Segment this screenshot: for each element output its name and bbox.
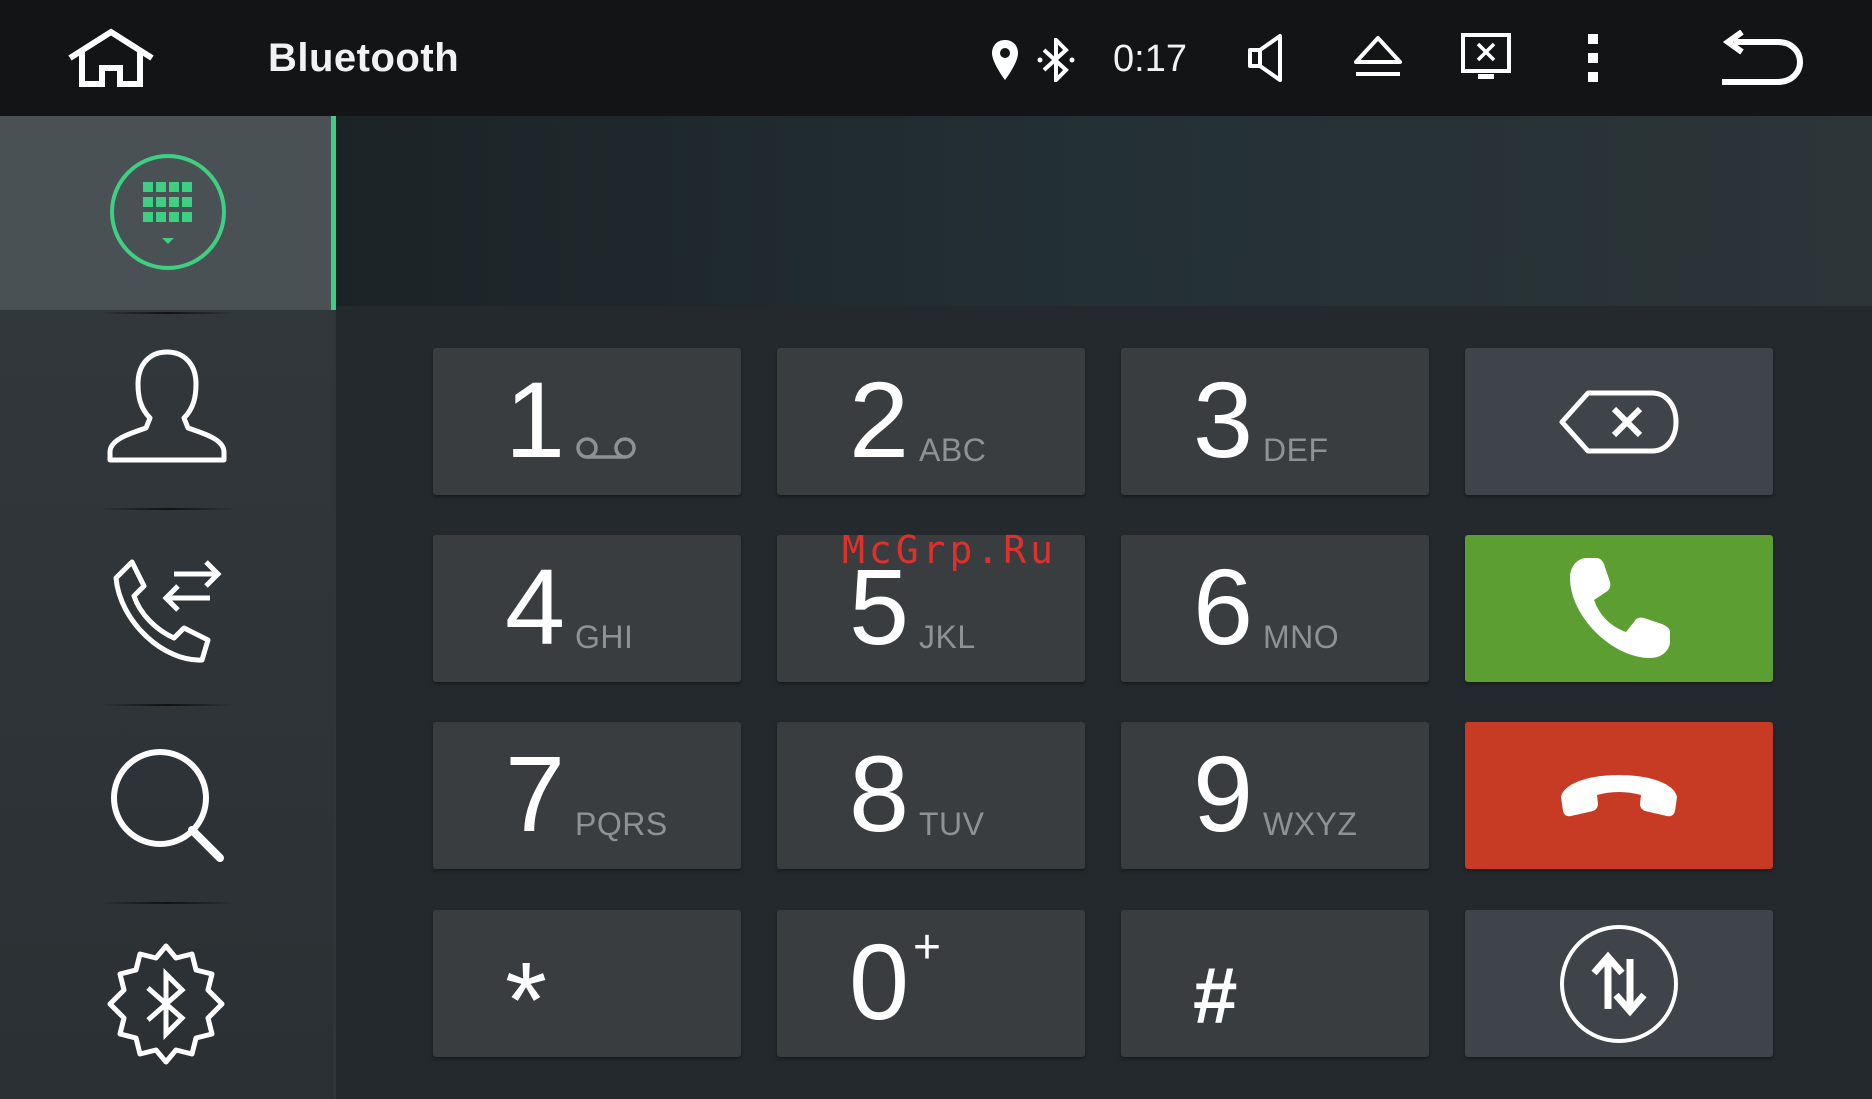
voicemail-icon [575,436,639,460]
eject-icon[interactable] [1352,34,1404,80]
watermark: McGrp.Ru [842,528,1058,572]
key-9[interactable]: 9 WXYZ [1121,722,1429,869]
sidebar-item-dialpad[interactable] [0,116,336,310]
more-vert-icon[interactable] [1585,32,1601,84]
location-icon [990,38,1020,82]
hangup-button[interactable] [1465,722,1773,869]
number-display[interactable] [336,116,1872,306]
contacts-icon [106,348,228,468]
key-7[interactable]: 7 PQRS [433,722,741,869]
key-0[interactable]: 0 + [777,910,1085,1057]
sidebar-item-contacts[interactable] [0,316,333,506]
sidebar [0,116,336,1099]
bluetooth-status-icon [1036,38,1076,82]
search-icon [106,744,230,868]
call-icon [1564,554,1674,664]
key-star[interactable]: * [433,910,741,1057]
status-bar: Bluetooth 0:17 [0,0,1872,116]
volume-icon[interactable] [1246,32,1292,84]
backspace-icon [1558,389,1680,455]
key-3[interactable]: 3 DEF [1121,348,1429,495]
key-1[interactable]: 1 [433,348,741,495]
home-icon[interactable] [66,28,156,88]
call-button[interactable] [1465,535,1773,682]
divider [100,902,235,904]
bluetooth-settings-icon [104,942,228,1066]
key-6[interactable]: 6 MNO [1121,535,1429,682]
page-title: Bluetooth [268,36,460,80]
key-4[interactable]: 4 GHI [433,535,741,682]
call-log-icon [110,552,226,672]
swap-audio-icon [1558,923,1680,1045]
sidebar-item-bluetooth-settings[interactable] [0,906,333,1099]
key-8[interactable]: 8 TUV [777,722,1085,869]
back-icon[interactable] [1720,30,1804,86]
screen-off-icon[interactable] [1460,32,1512,82]
divider [100,312,235,314]
backspace-button[interactable] [1465,348,1773,495]
divider [100,508,235,510]
key-2[interactable]: 2 ABC [777,348,1085,495]
hangup-icon [1557,771,1681,821]
divider [100,704,235,706]
dialpad-icon [108,152,228,272]
key-hash[interactable]: # [1121,910,1429,1057]
sidebar-item-search[interactable] [0,708,333,904]
swap-audio-button[interactable] [1465,910,1773,1057]
clock: 0:17 [1113,38,1187,80]
sidebar-item-call-log[interactable] [0,512,333,708]
